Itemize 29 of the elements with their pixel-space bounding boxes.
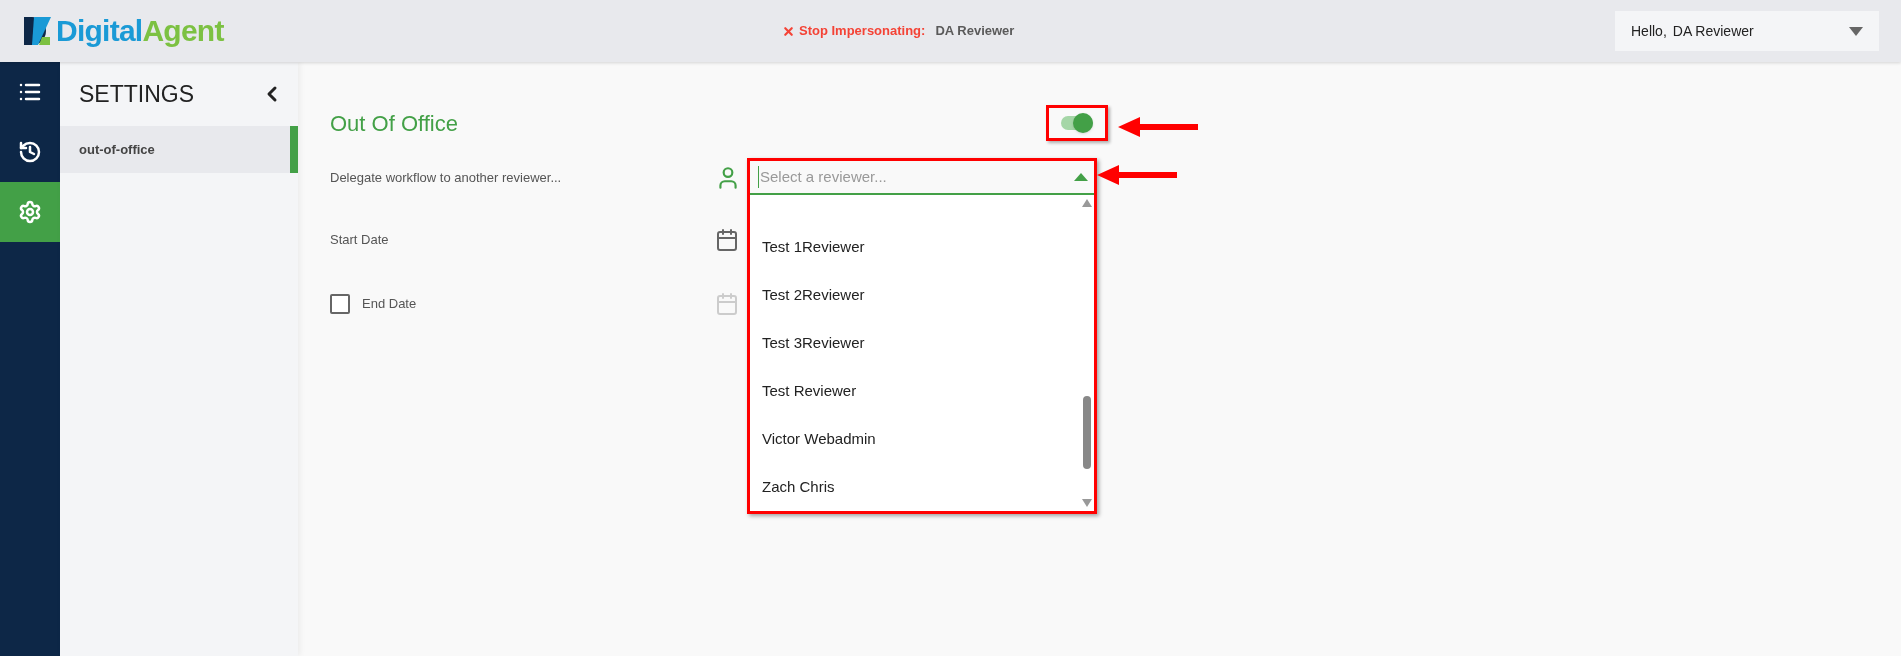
- reviewer-option[interactable]: Test 3Reviewer: [750, 319, 1080, 367]
- user-menu[interactable]: Hello, DA Reviewer: [1615, 11, 1879, 51]
- out-of-office-toggle[interactable]: [1061, 116, 1093, 130]
- reviewer-dropdown[interactable]: Select a reviewer... Test 1Reviewer Test 2Reviewer Test 3Reviewer Test Reviewer Victor Webadmin Zach Chris: [747, 158, 1097, 514]
- sidebar-title: SETTINGS: [79, 79, 194, 109]
- sidebar-item[interactable]: out-of-office: [60, 126, 298, 173]
- history-icon: [18, 140, 42, 164]
- reviewer-search-field[interactable]: Select a reviewer...: [750, 161, 1094, 195]
- scrollbar-thumb[interactable]: [1083, 396, 1091, 469]
- settings-icon: [18, 200, 42, 224]
- end-date-label: End Date: [362, 295, 417, 314]
- close-icon: [782, 24, 795, 38]
- scroll-up-icon[interactable]: [1082, 199, 1092, 207]
- caret-icon: [1074, 173, 1088, 181]
- impersonated-user: DA Reviewer: [935, 22, 1015, 41]
- reviewer-search-input[interactable]: Select a reviewer...: [758, 165, 1074, 189]
- caret-icon: [1849, 26, 1863, 36]
- scroll-down-icon[interactable]: [1082, 499, 1092, 507]
- start-date-label: Start Date: [330, 231, 390, 250]
- reviewer-option[interactable]: Zach Chris: [750, 463, 1080, 511]
- reviewer-option[interactable]: Victor Webadmin: [750, 415, 1080, 463]
- reviewer-option[interactable]: Test 1Reviewer: [750, 223, 1080, 271]
- logo-mark-icon: [22, 15, 52, 47]
- reviewer-option[interactable]: Test Reviewer: [750, 367, 1080, 415]
- section-title: Out Of Office: [330, 109, 458, 138]
- logo-wordmark: DigitalAgent: [56, 16, 224, 46]
- calendar-icon[interactable]: [715, 228, 739, 252]
- delegate-label: Delegate workflow to another reviewer...: [330, 169, 563, 188]
- reviewer-option[interactable]: Test 2Reviewer: [750, 271, 1080, 319]
